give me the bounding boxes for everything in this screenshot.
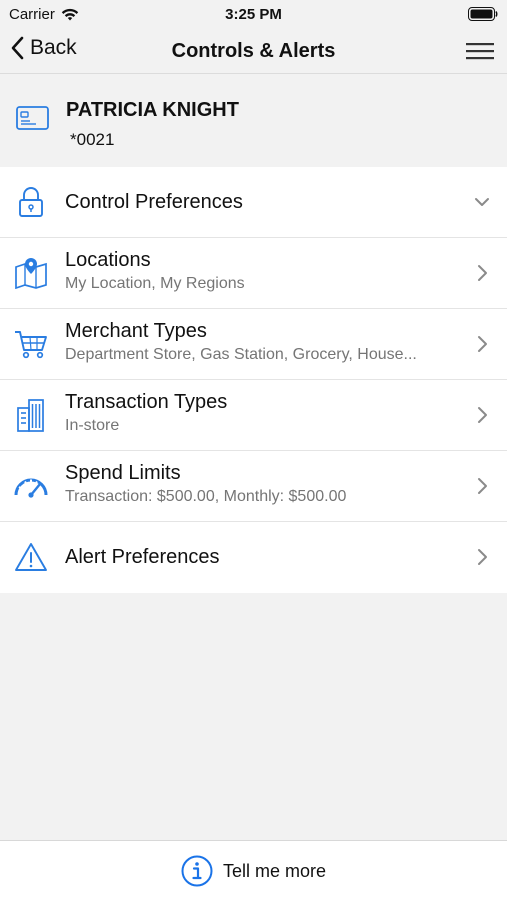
merchant-types-item[interactable]: Merchant Types Department Store, Gas Sta… (0, 309, 507, 380)
item-subtitle: Transaction: $500.00, Monthly: $500.00 (65, 488, 347, 505)
chevron-right-icon (478, 478, 487, 494)
spend-limits-item[interactable]: Spend Limits Transaction: $500.00, Month… (0, 451, 507, 522)
chevron-right-icon (478, 265, 487, 281)
controls-list: Control Preferences Locations My Locatio… (0, 167, 507, 593)
map-pin-icon (13, 255, 49, 291)
item-label: Spend Limits (65, 462, 181, 484)
navigation-bar: Back Controls & Alerts (0, 28, 507, 74)
lock-icon (13, 184, 49, 220)
locations-item[interactable]: Locations My Location, My Regions (0, 238, 507, 309)
card-number: *0021 (70, 130, 115, 149)
item-subtitle: My Location, My Regions (65, 275, 245, 292)
tell-me-more-label: Tell me more (222, 860, 327, 881)
control-preferences-item[interactable]: Control Preferences (0, 167, 507, 238)
item-subtitle: Department Store, Gas Station, Grocery, … (65, 346, 417, 363)
status-bar: Carrier 3:25 PM (0, 0, 507, 28)
chevron-right-icon (478, 336, 487, 352)
hamburger-menu-icon[interactable] (465, 40, 495, 62)
credit-card-icon (16, 106, 49, 130)
speedometer-icon (13, 468, 49, 504)
chevron-down-icon (475, 198, 489, 206)
warning-icon (13, 539, 49, 575)
item-label: Alert Preferences (65, 546, 220, 568)
info-icon (181, 855, 213, 887)
tell-me-more-button[interactable]: Tell me more (0, 855, 507, 887)
cardholder-name: PATRICIA KNIGHT (66, 99, 239, 121)
item-label: Locations (65, 249, 151, 271)
chevron-right-icon (478, 549, 487, 565)
chevron-right-icon (478, 407, 487, 423)
battery-icon (468, 7, 498, 21)
buildings-icon (13, 397, 49, 433)
footer-bar: Tell me more (0, 840, 507, 900)
transaction-types-item[interactable]: Transaction Types In-store (0, 380, 507, 451)
item-subtitle: In-store (65, 417, 120, 434)
item-label: Merchant Types (65, 320, 207, 342)
clock: 3:25 PM (225, 6, 282, 23)
item-label: Transaction Types (65, 391, 228, 413)
shopping-cart-icon (13, 326, 49, 362)
page-title: Controls & Alerts (171, 40, 336, 62)
alert-preferences-item[interactable]: Alert Preferences (0, 522, 507, 593)
account-header: PATRICIA KNIGHT *0021 (0, 75, 507, 167)
item-label: Control Preferences (65, 191, 243, 213)
